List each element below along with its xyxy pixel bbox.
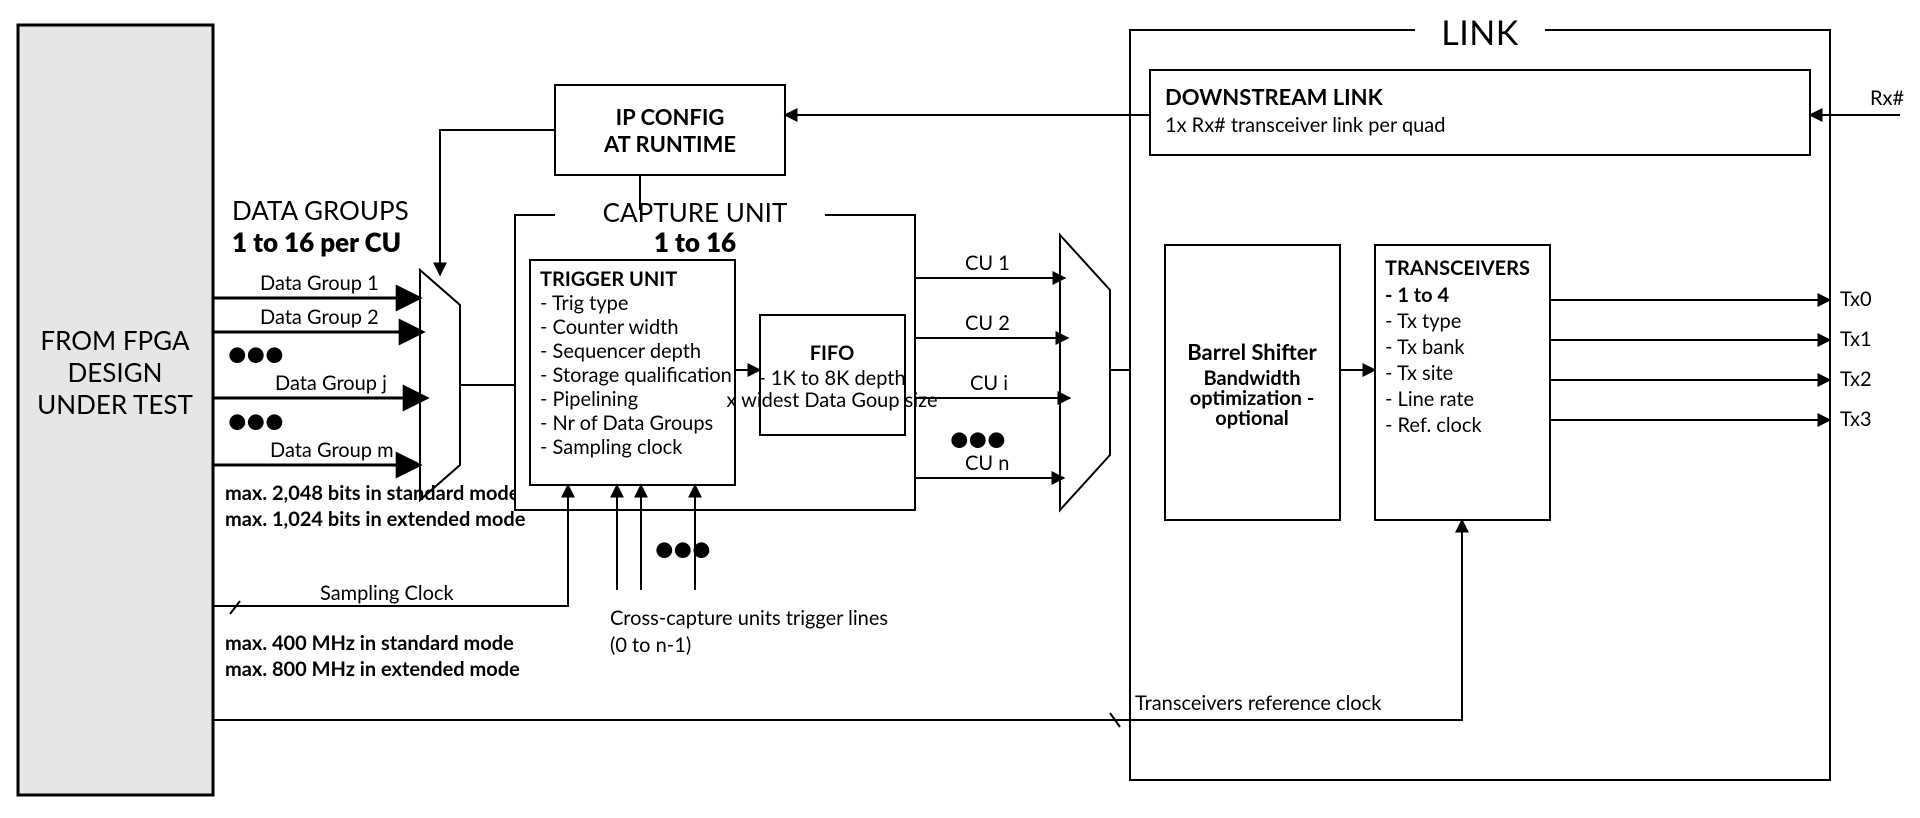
transceivers-i0: - 1 to 4 xyxy=(1385,283,1449,307)
data-group-1-label: Data Group 1 xyxy=(260,271,379,295)
data-group-ellipsis-top: ••• xyxy=(228,333,284,372)
sampling-clock-max-1: max. 400 MHz in standard mode xyxy=(225,631,514,655)
data-groups-title-2: 1 to 16 per CU xyxy=(232,226,401,258)
transceivers-i4: - Line rate xyxy=(1385,387,1474,411)
data-group-mux xyxy=(420,270,460,500)
capture-unit-title: CAPTURE UNIT xyxy=(603,196,788,228)
trigger-item-4: - Pipelining xyxy=(540,387,638,411)
fifo-l1: - 1K to 8K depth xyxy=(758,366,905,390)
cu2-label: CU 2 xyxy=(965,311,1010,335)
data-groups-max-1: max. 2,048 bits in standard mode xyxy=(225,481,520,505)
transceivers-i1: - Tx type xyxy=(1385,309,1461,333)
data-groups-max-2: max. 1,024 bits in extended mode xyxy=(225,507,526,531)
ip-config-l2: AT RUNTIME xyxy=(603,130,736,157)
cu1-label: CU 1 xyxy=(965,251,1010,275)
cun-label: CU n xyxy=(965,451,1009,475)
downstream-link-title: DOWNSTREAM LINK xyxy=(1165,83,1384,110)
trigger-item-0: - Trig type xyxy=(540,291,628,315)
ref-clock-label: Transceivers reference clock xyxy=(1135,691,1382,715)
data-group-ellipsis-bottom: ••• xyxy=(228,400,284,439)
data-group-2-label: Data Group 2 xyxy=(260,305,379,329)
data-group-arrows: Data Group 1 Data Group 2 ••• Data Group… xyxy=(213,271,427,465)
data-group-m-label: Data Group m xyxy=(270,438,394,462)
sampling-clock-max-2: max. 800 MHz in extended mode xyxy=(225,657,520,681)
fpga-source-l1: FROM FPGA xyxy=(40,324,190,356)
link-title: LINK xyxy=(1441,12,1518,53)
diagram-canvas: FROM FPGA DESIGN UNDER TEST DATA GROUPS … xyxy=(0,0,1920,818)
trigger-unit-title: TRIGGER UNIT xyxy=(540,267,677,291)
capture-unit-sub: 1 to 16 xyxy=(654,226,736,258)
data-groups-title-1: DATA GROUPS xyxy=(232,194,409,226)
fifo-title: FIFO xyxy=(810,341,855,365)
fpga-source-l2: DESIGN xyxy=(67,356,162,388)
cui-label: CU i xyxy=(970,371,1008,395)
tx3-label: Tx3 xyxy=(1840,407,1872,431)
trigger-item-5: - Nr of Data Groups xyxy=(540,411,713,435)
tx0-label: Tx0 xyxy=(1840,287,1872,311)
cross-trigger-ellipsis: ••• xyxy=(655,528,711,567)
transceivers-title: TRANSCEIVERS xyxy=(1385,256,1530,280)
ip-config-l1: IP CONFIG xyxy=(616,103,725,130)
barrel-shifter-title: Barrel Shifter xyxy=(1187,338,1317,365)
cross-trigger-l1: Cross-capture units trigger lines xyxy=(610,606,888,630)
tx2-label: Tx2 xyxy=(1840,367,1872,391)
downstream-link-sub: 1x Rx# transceiver link per quad xyxy=(1165,113,1445,137)
cross-trigger-l2: (0 to n-1) xyxy=(610,633,691,657)
transceivers-i5: - Ref. clock xyxy=(1385,413,1482,437)
trigger-item-1: - Counter width xyxy=(540,315,679,339)
fifo-l2: x widest Data Goup size xyxy=(726,388,937,412)
rx-label: Rx# xyxy=(1870,86,1904,110)
trigger-item-3: - Storage qualification xyxy=(540,363,732,387)
sampling-clock-label: Sampling Clock xyxy=(320,581,454,605)
cu-output-mux xyxy=(1060,235,1110,510)
transceivers-i2: - Tx bank xyxy=(1385,335,1465,359)
transceivers-i3: - Tx site xyxy=(1385,361,1453,385)
trigger-item-6: - Sampling clock xyxy=(540,435,683,459)
data-group-j-label: Data Group j xyxy=(275,371,387,395)
barrel-shifter-sub3: optional xyxy=(1215,406,1288,430)
fpga-source-l3: UNDER TEST xyxy=(37,388,193,420)
tx1-label: Tx1 xyxy=(1840,327,1872,351)
trigger-item-2: - Sequencer depth xyxy=(540,339,701,363)
